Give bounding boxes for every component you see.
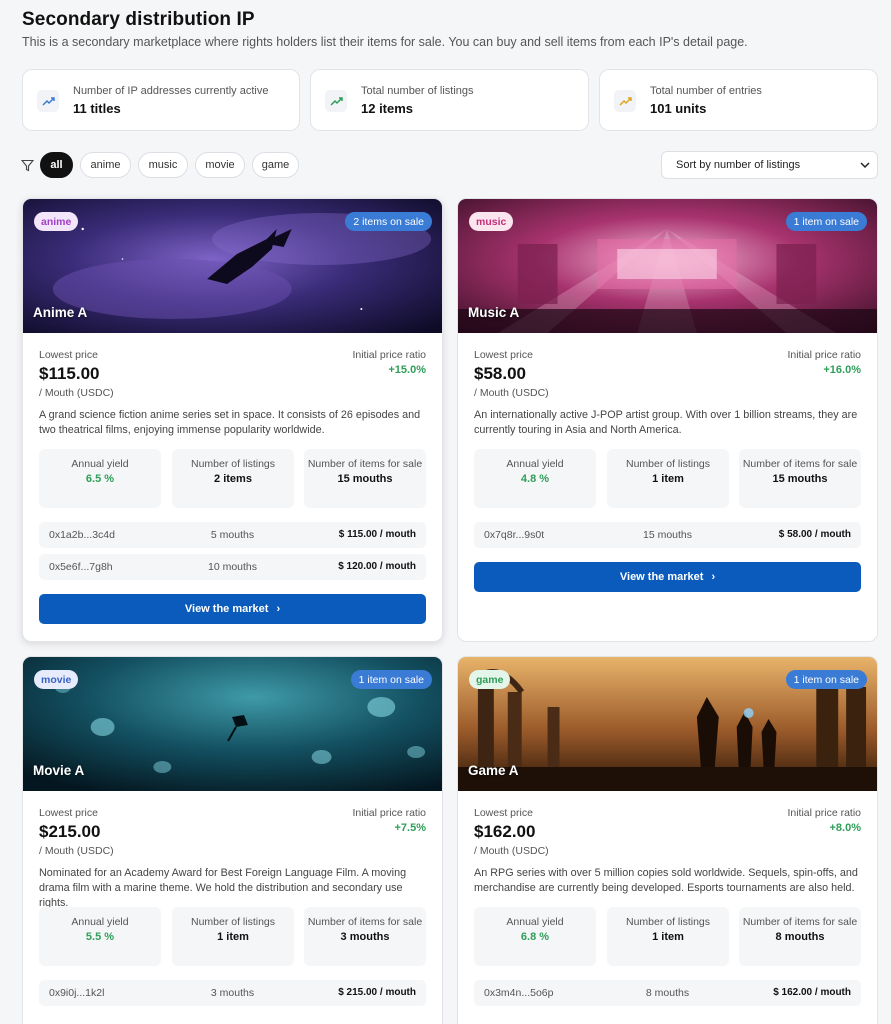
stat-label: Total number of entries xyxy=(650,85,762,97)
initial-ratio-value: +8.0% xyxy=(829,822,862,834)
listing-price: $ 115.00 / mouth xyxy=(338,529,416,540)
filter-chip-movie[interactable]: movie xyxy=(195,152,245,178)
price-unit: / Mouth (USDC) xyxy=(474,387,549,399)
price-unit: / Mouth (USDC) xyxy=(474,845,549,857)
metric-items-for-sale: Number of items for sale 8 mouths xyxy=(739,907,861,966)
card-title: Game A xyxy=(468,763,519,778)
ip-card-anime[interactable]: anime 2 items on sale Anime A Lowest pri… xyxy=(22,198,443,642)
stat-value: 11 titles xyxy=(73,101,121,116)
card-hero-image: anime 2 items on sale Anime A xyxy=(23,199,442,333)
initial-ratio-label: Initial price ratio xyxy=(352,349,426,361)
stat-card-active-ip: Number of IP addresses currently active … xyxy=(22,69,300,131)
trend-up-icon xyxy=(325,90,347,112)
listing-row[interactable]: 0x7q8r...9s0t 15 mouths $ 58.00 / mouth xyxy=(474,522,861,548)
metric-num-listings: Number of listings 2 items xyxy=(172,449,294,508)
on-sale-badge: 1 item on sale xyxy=(785,670,867,689)
sort-select[interactable]: Sort by number of listings xyxy=(661,151,878,179)
metric-items-for-sale: Number of items for sale 15 mouths xyxy=(739,449,861,508)
trend-up-icon xyxy=(614,90,636,112)
on-sale-badge: 1 item on sale xyxy=(785,212,867,231)
metric-annual-yield: Annual yield 4.8 % xyxy=(474,449,596,508)
metric-num-listings: Number of listings 1 item xyxy=(172,907,294,966)
trend-up-icon xyxy=(37,90,59,112)
category-tag: game xyxy=(469,670,511,689)
ip-card-music[interactable]: music 1 item on sale Music A Lowest pric… xyxy=(457,198,878,642)
metric-items-for-sale: Number of items for sale 15 mouths xyxy=(304,449,426,508)
lowest-price-label: Lowest price xyxy=(474,807,533,819)
ip-card-movie[interactable]: movie 1 item on sale Movie A Lowest pric… xyxy=(22,656,443,1024)
on-sale-badge: 2 items on sale xyxy=(345,212,432,231)
stat-value: 101 units xyxy=(650,101,707,116)
initial-ratio-label: Initial price ratio xyxy=(787,349,861,361)
stat-card-total-listings: Total number of listings 12 items xyxy=(310,69,589,131)
initial-ratio-value: +16.0% xyxy=(823,364,861,376)
metric-annual-yield: Annual yield 5.5 % xyxy=(39,907,161,966)
filter-icon[interactable] xyxy=(21,159,34,172)
lowest-price-label: Lowest price xyxy=(39,349,98,361)
ip-card-game[interactable]: game 1 item on sale Game A Lowest price … xyxy=(457,656,878,1024)
card-title: Music A xyxy=(468,305,520,320)
on-sale-badge: 1 item on sale xyxy=(350,670,432,689)
card-hero-image: game 1 item on sale Game A xyxy=(458,657,877,791)
page-title: Secondary distribution IP xyxy=(22,9,255,30)
card-description: An RPG series with over 5 million copies… xyxy=(474,867,858,894)
chevron-right-icon: › xyxy=(711,571,716,583)
category-tag: movie xyxy=(34,670,79,689)
filter-chip-music[interactable]: music xyxy=(138,152,188,178)
sort-select-label: Sort by number of listings xyxy=(676,159,801,171)
listing-row[interactable]: 0x5e6f...7g8h 10 mouths $ 120.00 / mouth xyxy=(39,554,426,580)
listing-price: $ 58.00 / mouth xyxy=(778,529,851,540)
page-description: This is a secondary marketplace where ri… xyxy=(22,35,748,49)
lowest-price-value: $162.00 xyxy=(474,822,536,841)
view-market-button[interactable]: View the market › xyxy=(39,594,426,624)
card-title: Anime A xyxy=(33,305,88,320)
metric-num-listings: Number of listings 1 item xyxy=(607,449,729,508)
metric-items-for-sale: Number of items for sale 3 mouths xyxy=(304,907,426,966)
lowest-price-value: $215.00 xyxy=(39,822,101,841)
listing-price: $ 162.00 / mouth xyxy=(773,987,851,998)
card-description: Nominated for an Academy Award for Best … xyxy=(39,867,407,909)
stat-card-total-entries: Total number of entries 101 units xyxy=(599,69,878,131)
lowest-price-value: $115.00 xyxy=(39,364,100,383)
initial-ratio-value: +7.5% xyxy=(394,822,427,834)
view-market-button[interactable]: View the market › xyxy=(474,562,861,592)
chevron-right-icon: › xyxy=(276,603,281,615)
card-description: An internationally active J-POP artist g… xyxy=(474,409,858,436)
metric-annual-yield: Annual yield 6.8 % xyxy=(474,907,596,966)
stat-label: Number of IP addresses currently active xyxy=(73,85,269,97)
category-tag: anime xyxy=(34,212,79,231)
listing-row[interactable]: 0x3m4n...5o6p 8 mouths $ 162.00 / mouth xyxy=(474,980,861,1006)
price-unit: / Mouth (USDC) xyxy=(39,387,114,399)
category-tag: music xyxy=(469,212,514,231)
listing-price: $ 120.00 / mouth xyxy=(338,561,416,572)
card-hero-image: music 1 item on sale Music A xyxy=(458,199,877,333)
chevron-down-icon xyxy=(860,162,870,169)
filter-chip-game[interactable]: game xyxy=(252,152,299,178)
listing-row[interactable]: 0x1a2b...3c4d 5 mouths $ 115.00 / mouth xyxy=(39,522,426,548)
initial-ratio-value: +15.0% xyxy=(388,364,426,376)
listing-price: $ 215.00 / mouth xyxy=(338,987,416,998)
card-description: A grand science fiction anime series set… xyxy=(39,409,421,436)
metric-num-listings: Number of listings 1 item xyxy=(607,907,729,966)
lowest-price-label: Lowest price xyxy=(39,807,98,819)
metric-annual-yield: Annual yield 6.5 % xyxy=(39,449,161,508)
price-unit: / Mouth (USDC) xyxy=(39,845,114,857)
lowest-price-label: Lowest price xyxy=(474,349,533,361)
stat-label: Total number of listings xyxy=(361,85,474,97)
card-title: Movie A xyxy=(33,763,85,778)
initial-ratio-label: Initial price ratio xyxy=(787,807,861,819)
stat-value: 12 items xyxy=(361,101,414,116)
lowest-price-value: $58.00 xyxy=(474,364,526,383)
card-hero-image: movie 1 item on sale Movie A xyxy=(23,657,442,791)
filter-chip-all[interactable]: all xyxy=(40,152,73,178)
listing-row[interactable]: 0x9i0j...1k2l 3 mouths $ 215.00 / mouth xyxy=(39,980,426,1006)
initial-ratio-label: Initial price ratio xyxy=(352,807,426,819)
filter-chip-anime[interactable]: anime xyxy=(80,152,131,178)
